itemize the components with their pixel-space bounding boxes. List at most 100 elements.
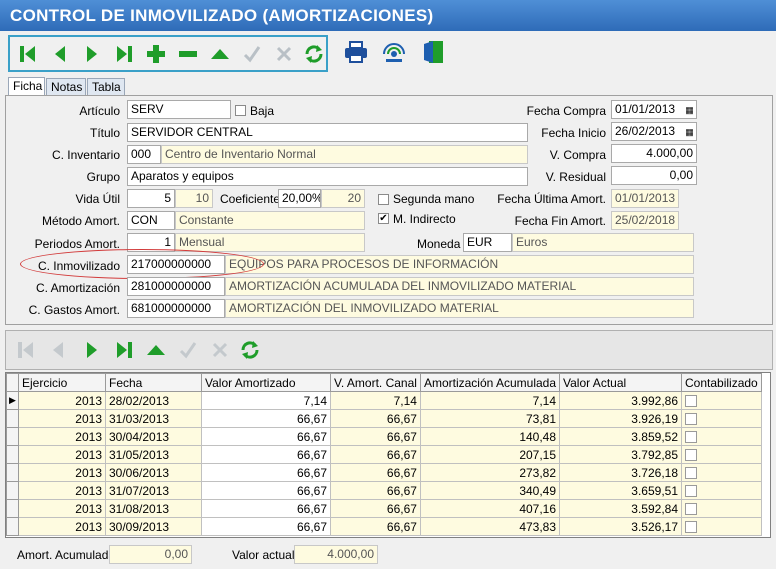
cancel-line-button[interactable] bbox=[206, 336, 234, 364]
table-cell[interactable]: 31/05/2013 bbox=[105, 445, 202, 464]
table-cell[interactable]: 2013 bbox=[18, 445, 106, 464]
contabilizado-checkbox[interactable] bbox=[685, 395, 698, 408]
table-cell[interactable]: 207,15 bbox=[419, 445, 561, 464]
contabilizado-checkbox[interactable] bbox=[685, 485, 698, 498]
contabilizado-checkbox[interactable] bbox=[685, 431, 698, 444]
table-cell[interactable]: 2013 bbox=[18, 499, 106, 518]
table-cell[interactable]: 3.926,19 bbox=[559, 409, 683, 428]
m-indirecto-checkbox[interactable]: ✔ bbox=[378, 213, 389, 224]
table-cell[interactable]: 66,67 bbox=[330, 409, 421, 428]
amortizacion-code-input[interactable]: 281000000000 bbox=[127, 277, 225, 296]
v-residual-input[interactable]: 0,00 bbox=[611, 166, 697, 185]
contabilizado-checkbox[interactable] bbox=[685, 521, 698, 534]
table-cell[interactable]: 66,67 bbox=[330, 481, 421, 500]
first-line-button[interactable] bbox=[12, 336, 40, 364]
edit-line-button[interactable] bbox=[142, 336, 170, 364]
refresh-button[interactable] bbox=[300, 40, 328, 68]
last-line-button[interactable] bbox=[110, 336, 138, 364]
last-record-button[interactable] bbox=[110, 40, 138, 68]
table-row[interactable]: 2013 30/06/2013 66,67 66,67 273,82 3.726,18 bbox=[6, 463, 762, 482]
table-cell[interactable]: 30/04/2013 bbox=[105, 427, 202, 446]
baja-checkbox[interactable] bbox=[235, 105, 246, 116]
articulo-input[interactable]: SERV bbox=[127, 100, 231, 119]
gastos-code-input[interactable]: 681000000000 bbox=[127, 299, 225, 318]
table-row[interactable]: 2013 30/04/2013 66,67 66,67 140,48 3.859,52 bbox=[6, 427, 762, 446]
confirm-button[interactable] bbox=[238, 40, 266, 68]
contabilizado-checkbox[interactable] bbox=[685, 449, 698, 462]
table-cell[interactable]: 2013 bbox=[18, 391, 106, 410]
column-header[interactable]: V. Amort. Canal bbox=[330, 373, 421, 392]
table-cell[interactable]: 2013 bbox=[18, 409, 106, 428]
contabilizado-checkbox[interactable] bbox=[685, 467, 698, 480]
cancel-button[interactable] bbox=[270, 40, 298, 68]
confirm-line-button[interactable] bbox=[174, 336, 202, 364]
column-header[interactable]: Ejercicio bbox=[18, 373, 106, 392]
table-row[interactable]: 2013 31/05/2013 66,67 66,67 207,15 3.792,85 bbox=[6, 445, 762, 464]
table-cell[interactable]: 66,67 bbox=[330, 463, 421, 482]
table-cell[interactable]: 30/06/2013 bbox=[105, 463, 202, 482]
segunda-mano-checkbox[interactable] bbox=[378, 194, 389, 205]
table-cell[interactable]: 30/09/2013 bbox=[105, 517, 202, 536]
delete-record-button[interactable] bbox=[174, 40, 202, 68]
table-cell[interactable]: 7,14 bbox=[419, 391, 561, 410]
tab-notas[interactable]: Notas bbox=[46, 78, 86, 95]
column-header[interactable]: Amortización Acumulada bbox=[419, 373, 561, 392]
table-cell[interactable]: 273,82 bbox=[419, 463, 561, 482]
table-cell[interactable]: 3.992,86 bbox=[559, 391, 683, 410]
table-cell[interactable]: 66,67 bbox=[330, 499, 421, 518]
calendar-icon[interactable]: ▦ bbox=[683, 126, 696, 139]
table-cell[interactable]: 66,67 bbox=[201, 517, 331, 536]
column-header[interactable]: Valor Amortizado bbox=[201, 373, 331, 392]
table-cell[interactable]: 3.659,51 bbox=[559, 481, 683, 500]
column-header[interactable]: Contabilizado bbox=[681, 373, 762, 392]
next-record-button[interactable] bbox=[78, 40, 106, 68]
first-record-button[interactable] bbox=[14, 40, 42, 68]
column-header[interactable]: Valor Actual bbox=[559, 373, 683, 392]
table-row[interactable]: 2013 31/08/2013 66,67 66,67 407,16 3.592,84 bbox=[6, 499, 762, 518]
tab-tabla[interactable]: Tabla bbox=[87, 78, 125, 95]
table-cell[interactable]: 66,67 bbox=[201, 499, 331, 518]
table-cell[interactable]: 2013 bbox=[18, 427, 106, 446]
contabilizado-checkbox[interactable] bbox=[685, 413, 698, 426]
table-cell[interactable]: 340,49 bbox=[419, 481, 561, 500]
titulo-input[interactable]: SERVIDOR CENTRAL bbox=[127, 123, 528, 142]
table-cell[interactable]: 66,67 bbox=[201, 481, 331, 500]
metodo-code-input[interactable]: CON bbox=[127, 211, 175, 230]
moneda-code-input[interactable]: EUR bbox=[463, 233, 512, 252]
table-cell[interactable]: 28/02/2013 bbox=[105, 391, 202, 410]
table-row[interactable]: 2013 31/07/2013 66,67 66,67 340,49 3.659,51 bbox=[6, 481, 762, 500]
table-cell[interactable]: 31/07/2013 bbox=[105, 481, 202, 500]
refresh-line-button[interactable] bbox=[236, 336, 264, 364]
table-cell[interactable]: 73,81 bbox=[419, 409, 561, 428]
table-cell[interactable]: 66,67 bbox=[201, 409, 331, 428]
table-row[interactable]: 2013 30/09/2013 66,67 66,67 473,83 3.526,17 bbox=[6, 517, 762, 536]
wireless-button[interactable] bbox=[380, 38, 408, 66]
grupo-input[interactable]: Aparatos y equipos bbox=[127, 167, 528, 186]
table-cell[interactable]: 2013 bbox=[18, 481, 106, 500]
table-cell[interactable]: 66,67 bbox=[201, 427, 331, 446]
print-button[interactable] bbox=[342, 38, 370, 66]
tab-ficha[interactable]: Ficha bbox=[8, 77, 45, 96]
table-cell[interactable]: 66,67 bbox=[330, 445, 421, 464]
table-cell[interactable]: 66,67 bbox=[330, 427, 421, 446]
table-cell[interactable]: 31/08/2013 bbox=[105, 499, 202, 518]
table-cell[interactable]: 2013 bbox=[18, 517, 106, 536]
vida-util-input[interactable]: 5 bbox=[127, 189, 175, 208]
table-cell[interactable]: 140,48 bbox=[419, 427, 561, 446]
prev-record-button[interactable] bbox=[46, 40, 74, 68]
table-row[interactable]: 2013 31/03/2013 66,67 66,67 73,81 3.926,19 bbox=[6, 409, 762, 428]
contabilizado-checkbox[interactable] bbox=[685, 503, 698, 516]
table-cell[interactable]: 473,83 bbox=[419, 517, 561, 536]
table-cell[interactable]: 3.592,84 bbox=[559, 499, 683, 518]
table-cell[interactable]: 407,16 bbox=[419, 499, 561, 518]
table-cell[interactable]: 31/03/2013 bbox=[105, 409, 202, 428]
prev-line-button[interactable] bbox=[44, 336, 72, 364]
table-cell[interactable]: 7,14 bbox=[201, 391, 331, 410]
table-cell[interactable]: 3.859,52 bbox=[559, 427, 683, 446]
add-record-button[interactable] bbox=[142, 40, 170, 68]
table-cell[interactable]: 66,67 bbox=[330, 517, 421, 536]
inventario-code-input[interactable]: 000 bbox=[127, 145, 161, 164]
coeficiente-input[interactable]: 20,00% bbox=[278, 189, 321, 208]
table-cell[interactable]: 3.526,17 bbox=[559, 517, 683, 536]
calendar-icon[interactable]: ▦ bbox=[683, 104, 696, 117]
